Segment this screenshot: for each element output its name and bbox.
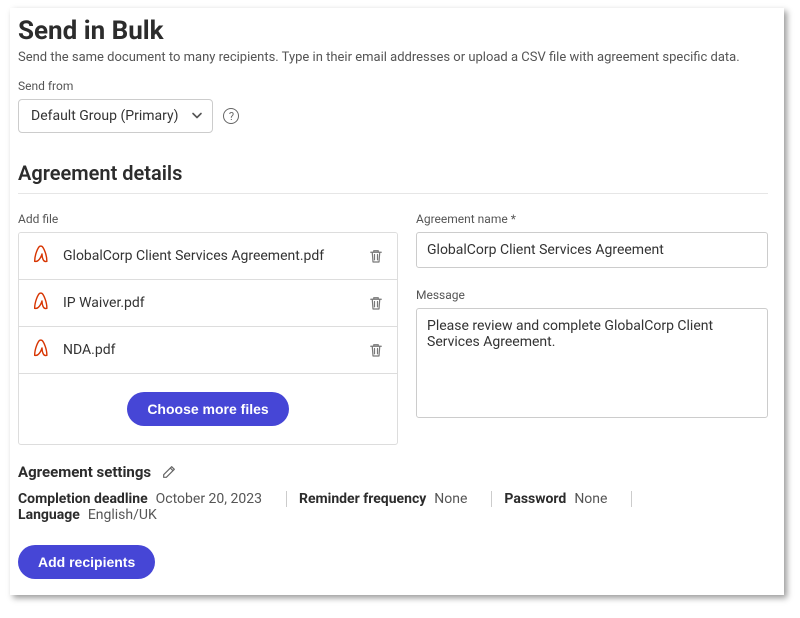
trash-icon: [367, 294, 385, 312]
send-from-row: Default Group (Primary) ?: [18, 99, 768, 133]
choose-more-wrap: Choose more files: [19, 374, 397, 444]
file-row: NDA.pdf: [19, 327, 397, 374]
agreement-settings-header: Agreement settings: [18, 463, 768, 481]
setting-value: October 20, 2023: [156, 491, 262, 507]
setting-reminder-frequency: Reminder frequency None: [299, 491, 479, 507]
add-recipients-button[interactable]: Add recipients: [18, 545, 155, 579]
setting-language: Language English/UK: [18, 507, 169, 523]
help-icon[interactable]: ?: [223, 108, 239, 124]
send-from-selected-value: Default Group (Primary): [31, 108, 178, 124]
trash-icon: [367, 247, 385, 265]
file-row: IP Waiver.pdf: [19, 280, 397, 327]
message-textarea[interactable]: [416, 308, 768, 418]
setting-label: Password: [504, 491, 566, 507]
setting-value: None: [434, 491, 467, 507]
agreement-name-input[interactable]: [416, 232, 768, 268]
add-file-label: Add file: [18, 212, 398, 226]
pdf-icon: [31, 243, 53, 269]
add-file-column: Add file GlobalCorp Client Services Agre…: [18, 212, 398, 445]
page-panel: Send in Bulk Send the same document to m…: [10, 8, 784, 595]
agreement-details-heading: Agreement details: [18, 161, 768, 185]
file-name: IP Waiver.pdf: [63, 295, 357, 311]
setting-label: Completion deadline: [18, 491, 148, 507]
edit-settings-button[interactable]: [161, 464, 177, 480]
setting-value: English/UK: [88, 507, 157, 523]
delete-file-button[interactable]: [367, 294, 385, 312]
page-subtitle: Send the same document to many recipient…: [18, 50, 768, 65]
agreement-name-label: Agreement name *: [416, 212, 768, 226]
delete-file-button[interactable]: [367, 247, 385, 265]
setting-password: Password None: [504, 491, 619, 507]
message-label: Message: [416, 288, 768, 302]
send-from-select[interactable]: Default Group (Primary): [18, 99, 213, 133]
divider: [491, 491, 492, 507]
setting-label: Language: [18, 507, 80, 523]
file-list: GlobalCorp Client Services Agreement.pdf…: [18, 232, 398, 445]
delete-file-button[interactable]: [367, 341, 385, 359]
agreement-name-label-text: Agreement name: [416, 212, 508, 226]
pdf-icon: [31, 290, 53, 316]
setting-value: None: [574, 491, 607, 507]
divider: [286, 491, 287, 507]
send-from-label: Send from: [18, 79, 768, 93]
setting-label: Reminder frequency: [299, 491, 426, 507]
pencil-icon: [161, 464, 177, 480]
file-name: GlobalCorp Client Services Agreement.pdf: [63, 248, 357, 264]
divider: [631, 491, 632, 507]
file-row: GlobalCorp Client Services Agreement.pdf: [19, 233, 397, 280]
agreement-settings-heading: Agreement settings: [18, 463, 151, 481]
section-divider: [18, 193, 768, 194]
file-name: NDA.pdf: [63, 342, 357, 358]
trash-icon: [367, 341, 385, 359]
required-asterisk: *: [511, 212, 516, 226]
setting-completion-deadline: Completion deadline October 20, 2023: [18, 491, 274, 507]
agreement-name-column: Agreement name * Message: [416, 212, 768, 445]
page-title: Send in Bulk: [18, 16, 768, 46]
choose-more-files-button[interactable]: Choose more files: [127, 392, 288, 426]
details-grid: Add file GlobalCorp Client Services Agre…: [18, 212, 768, 445]
pdf-icon: [31, 337, 53, 363]
agreement-settings-row: Completion deadline October 20, 2023 Rem…: [18, 491, 768, 523]
